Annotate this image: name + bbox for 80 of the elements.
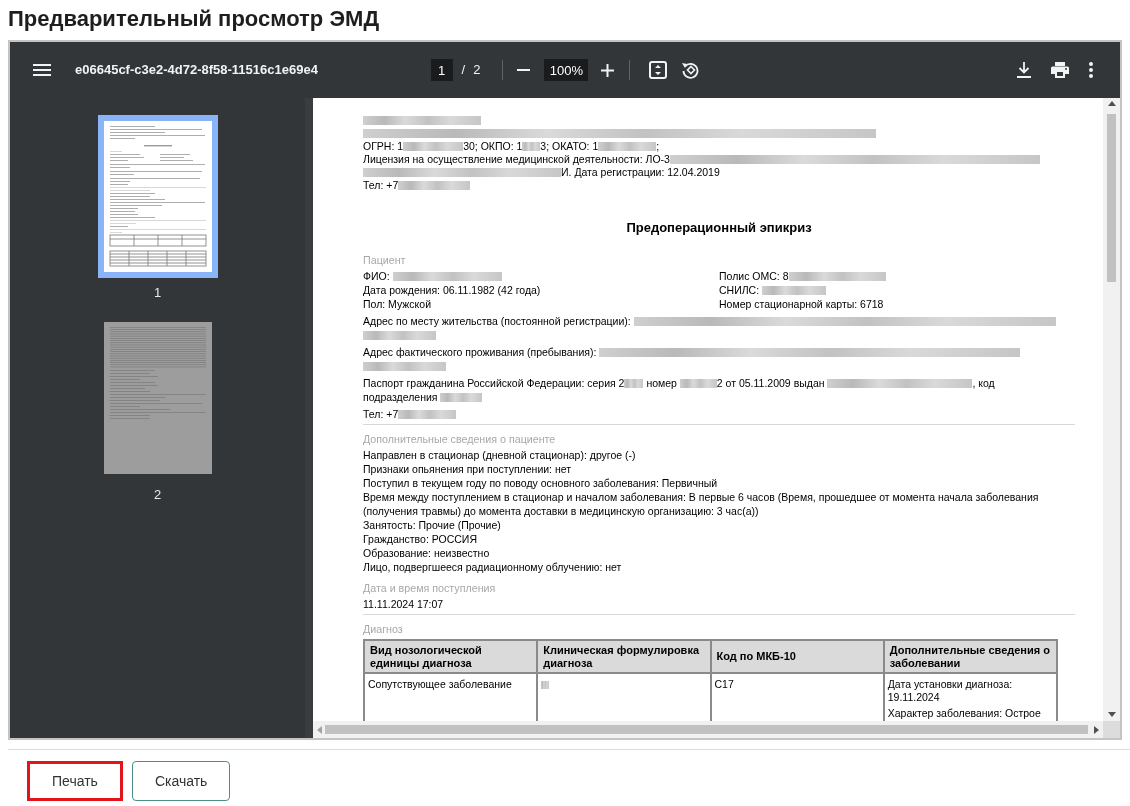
document-text: Сопутствующее заболевание: [368, 678, 512, 690]
column-header: Код по МКБ-10: [710, 640, 884, 673]
document-title: Предоперационный эпикриз: [625, 220, 813, 236]
blurred-text: [403, 142, 464, 151]
blurred-text: [541, 681, 550, 689]
fit-to-page-icon[interactable]: [649, 61, 668, 79]
blurred-text: [598, 142, 657, 151]
section-label: Дополнительные сведения о пациенте: [363, 432, 557, 446]
document-text: Полис ОМС: 8: [719, 269, 789, 283]
document-text: 30; ОКПО: 1: [463, 140, 523, 153]
document-text: Лицо, подвергшееся радиационному облучению: нет: [363, 561, 622, 573]
page-separator: /: [461, 61, 466, 80]
blurred-text: [762, 286, 827, 295]
document-text: Поступил в текущем году по поводу основного заболевания: Первичный: [363, 477, 718, 489]
document-text: Адрес фактического проживания (пребывания):: [363, 345, 598, 359]
page-number-label: 2: [153, 486, 162, 504]
scrollbar-thumb[interactable]: [1107, 114, 1116, 282]
document-text: СНИЛС:: [719, 283, 761, 297]
document-text: ;: [656, 140, 660, 153]
document-text: Образование: неизвестно: [363, 547, 490, 559]
horizontal-scrollbar[interactable]: [313, 721, 1103, 738]
page-thumbnail[interactable]: [103, 322, 212, 474]
document-text: ОГРН: 1: [363, 140, 404, 153]
document-text: Пол: Мужской: [363, 298, 432, 310]
section-label: Пациент: [363, 253, 407, 267]
scrollbar-corner: [1103, 721, 1120, 738]
menu-icon[interactable]: [33, 64, 51, 76]
blurred-text: [679, 379, 717, 388]
page-title: Предварительный просмотр ЭМД: [7, 5, 381, 33]
document-text: C17: [714, 678, 734, 690]
document-text: Номер стационарной карты: 6718: [719, 298, 884, 310]
document-text: Направлен в стационар (дневной стационар): другое (-): [363, 449, 636, 461]
section-label: Дата и время поступления: [363, 581, 497, 595]
vertical-scrollbar[interactable]: [1103, 98, 1120, 721]
document-text: Тел: +7: [363, 407, 399, 421]
document-text: Тел: +7: [363, 179, 399, 192]
column-header: Вид нозологической единицы диагноза: [364, 640, 538, 673]
document-text: 2 от 05.11.2009 выдан: [716, 376, 826, 390]
plus-icon[interactable]: [601, 63, 615, 77]
document-text: Адрес по месту жительства (постоянной регистрации):: [363, 314, 632, 328]
print-icon[interactable]: [1051, 62, 1069, 78]
more-options-icon[interactable]: [1089, 62, 1093, 78]
document-text: подразделения: [363, 390, 439, 404]
blurred-text: [624, 379, 644, 388]
scroll-up-icon[interactable]: [1107, 101, 1116, 106]
document-text: И. Дата регистрации: 12.04.2019: [561, 166, 720, 179]
document-text: Признаки опьянения при поступлении: нет: [363, 463, 572, 475]
page-number-label: 1: [153, 284, 162, 302]
document-text: Время между поступлением в стационар и началом заболевания: В первые 6 часов (Время, прошедшее от момента начала заболевания (получения травмы) до момента доставки в медицинскую организацию: 3 час(а)): [363, 491, 1039, 517]
download-icon[interactable]: [1017, 62, 1031, 78]
print-button[interactable]: Печать: [27, 761, 123, 801]
blurred-text: [398, 410, 457, 419]
document-text: номер: [645, 376, 678, 390]
document-text: , код: [972, 376, 996, 390]
column-header: Клиническая формулировка диагноза: [537, 640, 711, 673]
scrollbar-thumb[interactable]: [325, 725, 1088, 734]
document-text: ФИО:: [363, 269, 391, 283]
file-name: e06645cf-c3e2-4d72-8f58-11516c1e69e4: [75, 61, 318, 80]
page-thumbnail[interactable]: [97, 115, 218, 278]
scroll-down-icon[interactable]: [1107, 712, 1116, 717]
zoom-field[interactable]: 100%: [544, 59, 589, 81]
document-text: Дата рождения: 06.11.1982 (42 года): [363, 284, 541, 296]
document-text: Занятость: Прочие (Прочие): [363, 519, 501, 531]
document-text: 3; ОКАТО: 1: [540, 140, 599, 153]
document-text: Лицензия на осуществление медицинской деятельности: ЛО-3: [363, 153, 670, 166]
section-label: Диагноз: [363, 622, 404, 636]
blurred-text: [440, 393, 483, 402]
document-text: Паспорт гражданина Российской Федерации: серия 2: [363, 376, 625, 390]
blurred-text: [522, 142, 541, 151]
document-text: Дата установки диагноза: 19.11.2024: [887, 678, 1013, 703]
rotate-icon[interactable]: [681, 61, 700, 79]
minus-icon[interactable]: [517, 69, 531, 71]
page-number-field[interactable]: 1: [430, 59, 453, 81]
column-header: Дополнительные сведения о заболевании: [883, 640, 1057, 673]
scroll-right-icon[interactable]: [1094, 725, 1099, 734]
document-text: 11.11.2024 17:07: [363, 598, 444, 610]
page-count: 2: [473, 61, 481, 80]
download-button[interactable]: Скачать: [131, 761, 231, 801]
document-text: Гражданство: РОССИЯ: [363, 533, 477, 545]
document-text: Характер заболевания: Острое: [887, 707, 1041, 719]
